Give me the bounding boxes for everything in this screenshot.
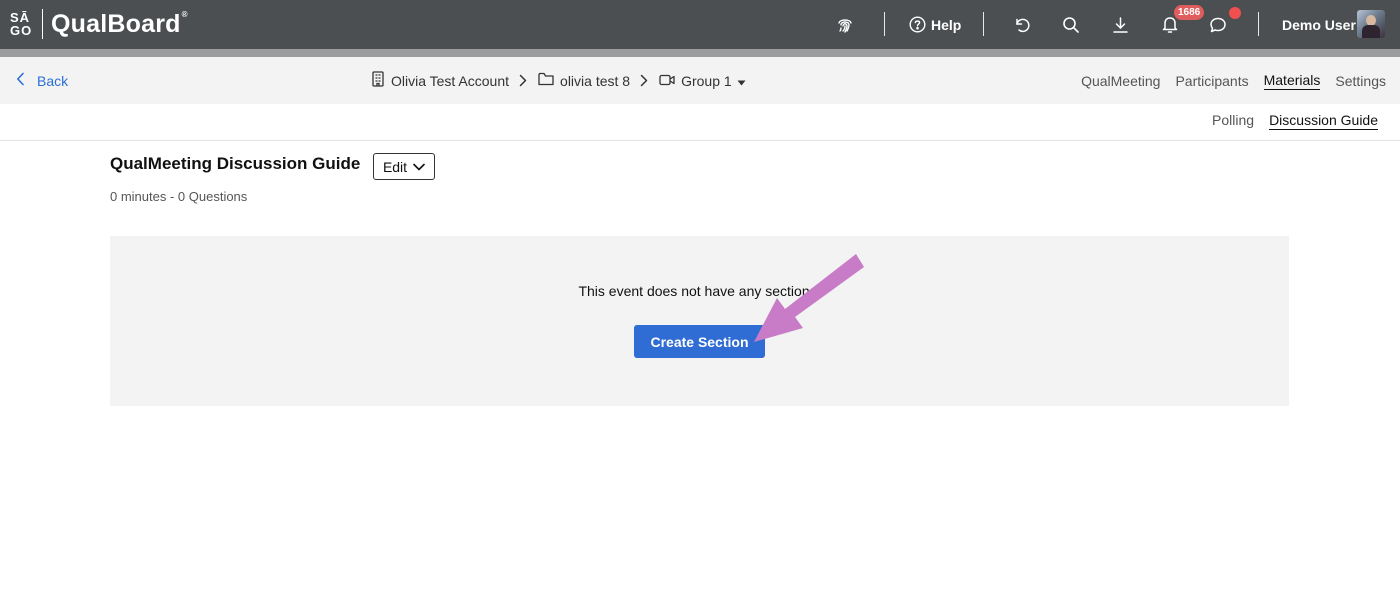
video-camera-icon: [659, 73, 681, 89]
logo-mark-bottom: GO: [10, 23, 33, 38]
back-button[interactable]: Back: [16, 57, 68, 104]
annotation-arrow-icon: [754, 254, 864, 342]
help-label: Help: [931, 16, 962, 33]
avatar-body: [1362, 25, 1380, 38]
folder-icon: [538, 72, 560, 89]
edit-label: Edit: [382, 158, 408, 175]
empty-state-message: This event does not have any sections.: [578, 283, 821, 299]
breadcrumb-label: Olivia Test Account: [391, 72, 510, 89]
page-title: QualMeeting Discussion Guide: [110, 154, 361, 173]
create-section-button[interactable]: Create Section: [634, 325, 765, 358]
materials-subtabs: Polling Discussion Guide: [1197, 112, 1378, 130]
help-button[interactable]: Help: [909, 0, 961, 49]
top-header: SĀ GO QualBoard® Help 1686 Demo User: [0, 0, 1400, 49]
header-divider: [884, 12, 885, 36]
app-logo[interactable]: SĀ GO QualBoard®: [10, 6, 188, 42]
chevron-down-icon: [413, 163, 425, 170]
chat-unread-dot: [1229, 7, 1241, 19]
chevron-right-icon: [640, 74, 648, 87]
logo-mark: SĀ GO: [10, 7, 36, 41]
caret-down-icon[interactable]: [737, 73, 752, 89]
subtab-polling[interactable]: Polling: [1212, 112, 1254, 130]
chevron-right-icon: [519, 74, 527, 87]
breadcrumb-label: olivia test 8: [560, 72, 631, 89]
tab-settings[interactable]: Settings: [1335, 73, 1386, 89]
header-accent-strip: [0, 49, 1400, 57]
app-name: QualBoard®: [51, 9, 188, 38]
divider: [0, 140, 1400, 141]
chat-icon[interactable]: [1209, 0, 1227, 49]
tab-materials[interactable]: Materials: [1263, 72, 1321, 90]
header-divider: [1258, 12, 1259, 36]
avatar[interactable]: [1357, 10, 1385, 38]
building-icon: [371, 71, 391, 90]
user-menu[interactable]: Demo User: [1282, 0, 1356, 49]
user-name: Demo User: [1282, 16, 1356, 33]
subtab-discussion-guide[interactable]: Discussion Guide: [1269, 112, 1378, 130]
tab-qualmeeting[interactable]: QualMeeting: [1081, 73, 1160, 89]
guide-summary: 0 minutes - 0 Questions: [110, 189, 248, 204]
breadcrumb-label: Group 1: [681, 72, 732, 89]
download-icon[interactable]: [1112, 0, 1129, 49]
chevron-left-icon: [16, 72, 25, 89]
sub-navigation: Back Olivia Test Account olivia test 8 G…: [0, 57, 1400, 104]
breadcrumb-project[interactable]: olivia test 8: [538, 72, 630, 89]
logo-divider: [42, 9, 43, 39]
section-tabs: QualMeeting Participants Materials Setti…: [1066, 57, 1386, 104]
breadcrumb-group[interactable]: Group 1: [659, 73, 752, 89]
breadcrumb-account[interactable]: Olivia Test Account: [371, 71, 509, 90]
search-icon[interactable]: [1062, 0, 1080, 49]
help-icon: [909, 16, 926, 33]
header-divider: [983, 12, 984, 36]
back-label: Back: [37, 72, 69, 89]
tab-participants[interactable]: Participants: [1175, 73, 1248, 89]
breadcrumb: Olivia Test Account olivia test 8 Group …: [371, 57, 752, 104]
fingerprint-icon[interactable]: [836, 0, 854, 49]
notification-badge: 1686: [1174, 5, 1205, 20]
empty-state-panel: This event does not have any sections. C…: [110, 236, 1289, 406]
undo-icon[interactable]: [1013, 0, 1031, 49]
edit-dropdown-button[interactable]: Edit: [373, 153, 435, 180]
